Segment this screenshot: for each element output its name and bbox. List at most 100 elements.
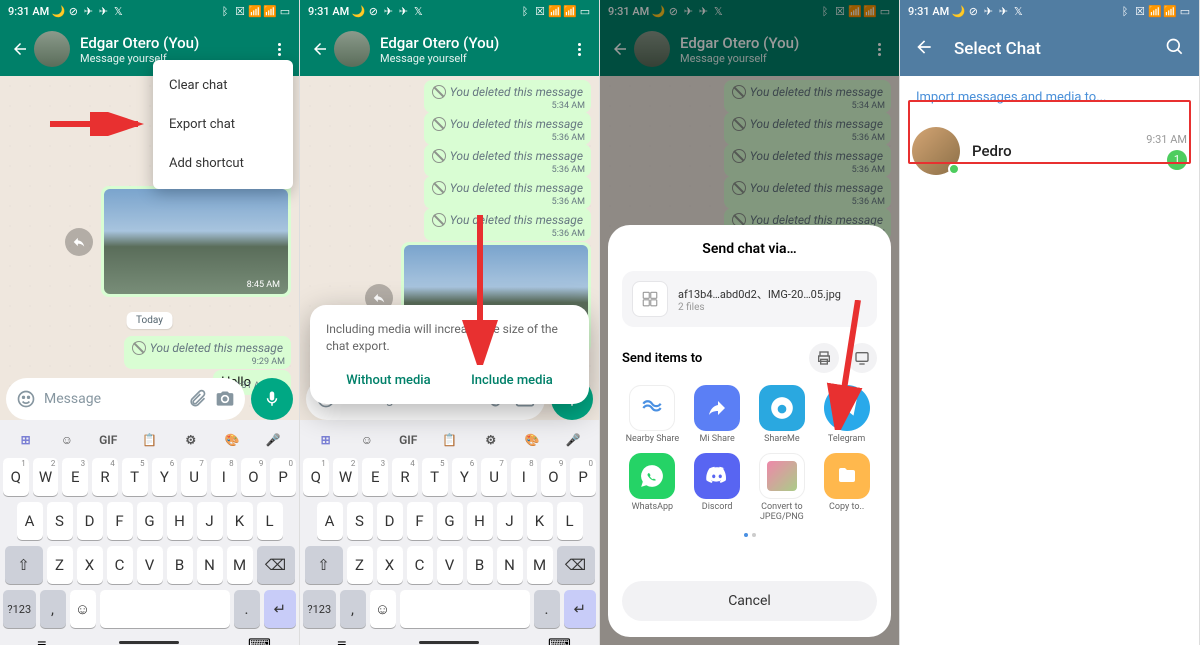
key-j[interactable]: J — [197, 502, 223, 540]
deleted-message[interactable]: You deleted this message5:36 AM — [424, 208, 591, 241]
grid-icon[interactable]: ⊞ — [14, 428, 38, 452]
key-s[interactable]: S — [47, 502, 73, 540]
palette-icon[interactable]: 🎨 — [220, 428, 244, 452]
deleted-message[interactable]: You deleted this message5:36 AM — [424, 176, 591, 209]
app-nearby-share[interactable]: Nearby Share — [622, 385, 683, 445]
key-i[interactable]: 8I — [511, 458, 537, 496]
key-l[interactable]: L — [257, 502, 283, 540]
period-key[interactable]: . — [234, 590, 260, 628]
key-n[interactable]: N — [197, 546, 223, 584]
key-m[interactable]: M — [527, 546, 553, 584]
key-i[interactable]: 8I — [211, 458, 237, 496]
app-mi-share[interactable]: Mi Share — [687, 385, 748, 445]
backspace-key[interactable]: ⌫ — [257, 546, 295, 584]
export-chat-menu[interactable]: Export chat — [153, 105, 293, 144]
key-y[interactable]: 6Y — [452, 458, 478, 496]
key-k[interactable]: K — [227, 502, 253, 540]
avatar[interactable] — [334, 31, 370, 67]
clipboard-icon[interactable]: 📋 — [137, 428, 161, 452]
key-u[interactable]: 7U — [481, 458, 507, 496]
include-media-button[interactable]: Include media — [471, 373, 553, 388]
settings-icon[interactable]: ⚙ — [179, 428, 203, 452]
numbers-key[interactable]: ?123 — [3, 590, 36, 628]
mic-button[interactable] — [251, 378, 293, 420]
nav-kb-icon[interactable]: ⌨ — [248, 635, 262, 645]
message-input[interactable]: Message — [6, 378, 245, 420]
key-w[interactable]: 2W — [33, 458, 59, 496]
key-g[interactable]: G — [437, 502, 463, 540]
key-f[interactable]: F — [407, 502, 433, 540]
key-s[interactable]: S — [347, 502, 373, 540]
key-d[interactable]: D — [377, 502, 403, 540]
key-m[interactable]: M — [227, 546, 253, 584]
app-convert[interactable]: Convert to JPEG/PNG — [752, 453, 813, 523]
key-v[interactable]: V — [137, 546, 163, 584]
menu-icon[interactable] — [569, 43, 589, 56]
key-o[interactable]: 9O — [241, 458, 267, 496]
key-r[interactable]: 4R — [92, 458, 118, 496]
key-a[interactable]: A — [17, 502, 43, 540]
back-icon[interactable] — [310, 39, 330, 59]
shift-key[interactable]: ⇧ — [305, 546, 343, 584]
key-e[interactable]: 3E — [62, 458, 88, 496]
avatar[interactable] — [34, 31, 70, 67]
key-w[interactable]: 2W — [333, 458, 359, 496]
key-d[interactable]: D — [77, 502, 103, 540]
chat-row-pedro[interactable]: Pedro 9:31 AM 1 — [900, 119, 1199, 183]
key-t[interactable]: 5T — [422, 458, 448, 496]
emoji-icon[interactable] — [16, 389, 36, 409]
clear-chat-menu[interactable]: Clear chat — [153, 66, 293, 105]
backspace-key[interactable]: ⌫ — [557, 546, 595, 584]
key-c[interactable]: C — [407, 546, 433, 584]
image-message[interactable]: 8:45 AM — [101, 186, 291, 297]
enter-key[interactable]: ↵ — [264, 590, 297, 628]
space-key[interactable] — [100, 590, 230, 628]
add-shortcut-menu[interactable]: Add shortcut — [153, 144, 293, 183]
app-whatsapp[interactable]: WhatsApp — [622, 453, 683, 523]
key-x[interactable]: X — [77, 546, 103, 584]
sticker-icon[interactable]: ☺ — [55, 428, 79, 452]
key-b[interactable]: B — [467, 546, 493, 584]
gif-button[interactable]: GIF — [96, 428, 120, 452]
app-copy[interactable]: Copy to.. — [816, 453, 877, 523]
deleted-message[interactable]: You deleted this message9:29 AM — [124, 336, 291, 369]
key-q[interactable]: 1Q — [3, 458, 29, 496]
key-o[interactable]: 9O — [541, 458, 567, 496]
key-x[interactable]: X — [377, 546, 403, 584]
camera-icon[interactable] — [215, 389, 235, 409]
key-h[interactable]: H — [167, 502, 193, 540]
attach-icon[interactable] — [187, 389, 207, 409]
key-p[interactable]: 0P — [270, 458, 296, 496]
key-z[interactable]: Z — [347, 546, 373, 584]
key-p[interactable]: 0P — [570, 458, 596, 496]
key-l[interactable]: L — [557, 502, 583, 540]
key-r[interactable]: 4R — [392, 458, 418, 496]
key-h[interactable]: H — [467, 502, 493, 540]
key-u[interactable]: 7U — [181, 458, 207, 496]
search-icon[interactable] — [1165, 37, 1185, 61]
emoji-key[interactable]: ☺ — [70, 590, 96, 628]
key-f[interactable]: F — [107, 502, 133, 540]
deleted-message[interactable]: You deleted this message5:34 AM — [424, 80, 591, 113]
key-y[interactable]: 6Y — [152, 458, 178, 496]
comma-key[interactable]: , — [40, 590, 66, 628]
back-icon[interactable] — [914, 37, 934, 61]
key-c[interactable]: C — [107, 546, 133, 584]
key-j[interactable]: J — [497, 502, 523, 540]
nav-home[interactable] — [119, 641, 179, 644]
key-k[interactable]: K — [527, 502, 553, 540]
key-v[interactable]: V — [437, 546, 463, 584]
deleted-message[interactable]: You deleted this message5:36 AM — [424, 112, 591, 145]
nav-menu-icon[interactable]: ≡ — [37, 635, 51, 645]
mic-icon[interactable]: 🎤 — [261, 428, 285, 452]
key-e[interactable]: 3E — [362, 458, 388, 496]
app-shareme[interactable]: ShareMe — [752, 385, 813, 445]
key-b[interactable]: B — [167, 546, 193, 584]
key-z[interactable]: Z — [47, 546, 73, 584]
key-t[interactable]: 5T — [122, 458, 148, 496]
key-a[interactable]: A — [317, 502, 343, 540]
menu-icon[interactable] — [269, 43, 289, 56]
app-discord[interactable]: Discord — [687, 453, 748, 523]
key-g[interactable]: G — [137, 502, 163, 540]
shift-key[interactable]: ⇧ — [5, 546, 43, 584]
